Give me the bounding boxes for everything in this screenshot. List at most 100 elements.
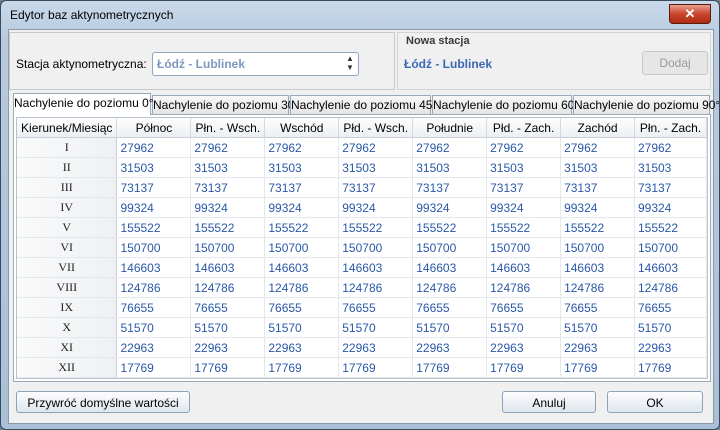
table-cell[interactable]: 27962 — [264, 137, 340, 158]
table-cell[interactable]: 73137 — [116, 177, 192, 198]
table-cell[interactable]: 146603 — [634, 257, 707, 278]
table-cell[interactable]: 73137 — [560, 177, 635, 198]
table-cell[interactable]: 22963 — [486, 337, 562, 358]
table-cell[interactable]: 51570 — [264, 317, 340, 338]
table-cell[interactable]: 17769 — [560, 357, 635, 378]
restore-defaults-button[interactable]: Przywróć domyślne wartości — [16, 391, 190, 413]
table-cell[interactable]: 146603 — [116, 257, 192, 278]
table-cell[interactable]: 51570 — [116, 317, 192, 338]
data-grid[interactable]: Kierunek/Miesiąc Północ Płn. - Wsch. Wsc… — [16, 117, 708, 379]
column-header[interactable]: Wschód — [264, 118, 340, 138]
table-cell[interactable]: 73137 — [264, 177, 340, 198]
ok-button[interactable]: OK — [607, 391, 703, 413]
table-cell[interactable]: 76655 — [634, 297, 707, 318]
table-cell[interactable]: 27962 — [190, 137, 266, 158]
table-cell[interactable]: 99324 — [190, 197, 266, 218]
table-cell[interactable]: 76655 — [412, 297, 488, 318]
table-cell[interactable]: 73137 — [412, 177, 488, 198]
column-header[interactable]: Płd. - Wsch. — [338, 118, 414, 138]
table-cell[interactable]: 76655 — [338, 297, 414, 318]
table-cell[interactable]: 17769 — [634, 357, 707, 378]
table-cell[interactable]: 73137 — [338, 177, 414, 198]
column-header[interactable]: Płn. - Wsch. — [190, 118, 266, 138]
table-cell[interactable]: 155522 — [486, 217, 562, 238]
table-cell[interactable]: 22963 — [116, 337, 192, 358]
table-cell[interactable]: 76655 — [560, 297, 635, 318]
table-cell[interactable]: 76655 — [486, 297, 562, 318]
table-cell[interactable]: 22963 — [338, 337, 414, 358]
table-cell[interactable]: 99324 — [116, 197, 192, 218]
table-cell[interactable]: 51570 — [190, 317, 266, 338]
table-cell[interactable]: 124786 — [486, 277, 562, 298]
table-cell[interactable]: 31503 — [264, 157, 340, 178]
table-cell[interactable]: 22963 — [634, 337, 707, 358]
add-button[interactable]: Dodaj — [642, 51, 708, 75]
table-cell[interactable]: 155522 — [634, 217, 707, 238]
tab-tilt-0[interactable]: Nachylenie do poziomu 0° — [13, 93, 154, 115]
table-cell[interactable]: 31503 — [338, 157, 414, 178]
column-header[interactable]: Południe — [412, 118, 488, 138]
column-header[interactable]: Północ — [116, 118, 192, 138]
table-cell[interactable]: 17769 — [412, 357, 488, 378]
table-cell[interactable]: 27962 — [634, 137, 707, 158]
table-cell[interactable]: 76655 — [116, 297, 192, 318]
table-cell[interactable]: 73137 — [634, 177, 707, 198]
table-cell[interactable]: 17769 — [116, 357, 192, 378]
table-cell[interactable]: 150700 — [264, 237, 340, 258]
table-cell[interactable]: 31503 — [190, 157, 266, 178]
tab-tilt-90[interactable]: Nachylenie do poziomu 90° — [573, 95, 719, 114]
table-cell[interactable]: 146603 — [338, 257, 414, 278]
table-cell[interactable]: 146603 — [264, 257, 340, 278]
table-cell[interactable]: 99324 — [264, 197, 340, 218]
table-cell[interactable]: 146603 — [486, 257, 562, 278]
table-cell[interactable]: 17769 — [338, 357, 414, 378]
table-cell[interactable]: 51570 — [412, 317, 488, 338]
table-cell[interactable]: 76655 — [190, 297, 266, 318]
table-cell[interactable]: 51570 — [338, 317, 414, 338]
table-cell[interactable]: 73137 — [190, 177, 266, 198]
table-cell[interactable]: 99324 — [412, 197, 488, 218]
table-cell[interactable]: 99324 — [560, 197, 635, 218]
column-header[interactable]: Płn. - Zach. — [634, 118, 707, 138]
table-cell[interactable]: 150700 — [338, 237, 414, 258]
table-cell[interactable]: 17769 — [486, 357, 562, 378]
table-cell[interactable]: 155522 — [116, 217, 192, 238]
table-cell[interactable]: 27962 — [338, 137, 414, 158]
table-cell[interactable]: 146603 — [560, 257, 635, 278]
table-cell[interactable]: 155522 — [264, 217, 340, 238]
table-cell[interactable]: 99324 — [338, 197, 414, 218]
table-cell[interactable]: 31503 — [486, 157, 562, 178]
table-cell[interactable]: 22963 — [412, 337, 488, 358]
column-header[interactable]: Zachód — [560, 118, 635, 138]
table-cell[interactable]: 146603 — [190, 257, 266, 278]
table-cell[interactable]: 31503 — [412, 157, 488, 178]
table-cell[interactable]: 51570 — [560, 317, 635, 338]
column-header[interactable]: Płd. - Zach. — [486, 118, 562, 138]
cancel-button[interactable]: Anuluj — [502, 391, 596, 413]
table-cell[interactable]: 150700 — [560, 237, 635, 258]
table-cell[interactable]: 22963 — [560, 337, 635, 358]
table-cell[interactable]: 124786 — [264, 277, 340, 298]
table-cell[interactable]: 31503 — [560, 157, 635, 178]
table-cell[interactable]: 17769 — [264, 357, 340, 378]
table-cell[interactable]: 155522 — [338, 217, 414, 238]
table-cell[interactable]: 124786 — [190, 277, 266, 298]
table-cell[interactable]: 27962 — [412, 137, 488, 158]
table-cell[interactable]: 150700 — [412, 237, 488, 258]
table-cell[interactable]: 146603 — [412, 257, 488, 278]
table-cell[interactable]: 27962 — [560, 137, 635, 158]
table-cell[interactable]: 73137 — [486, 177, 562, 198]
table-cell[interactable]: 150700 — [116, 237, 192, 258]
station-select[interactable]: Łódź - Lublinek ▲ ▼ — [152, 52, 359, 76]
tab-tilt-30[interactable]: Nachylenie do poziomu 30° — [152, 95, 299, 114]
table-cell[interactable]: 150700 — [486, 237, 562, 258]
table-cell[interactable]: 22963 — [190, 337, 266, 358]
table-cell[interactable]: 51570 — [634, 317, 707, 338]
table-cell[interactable]: 27962 — [116, 137, 192, 158]
table-cell[interactable]: 22963 — [264, 337, 340, 358]
table-cell[interactable]: 150700 — [190, 237, 266, 258]
tab-tilt-45[interactable]: Nachylenie do poziomu 45° — [290, 95, 437, 114]
table-cell[interactable]: 124786 — [560, 277, 635, 298]
table-cell[interactable]: 124786 — [634, 277, 707, 298]
table-cell[interactable]: 31503 — [634, 157, 707, 178]
